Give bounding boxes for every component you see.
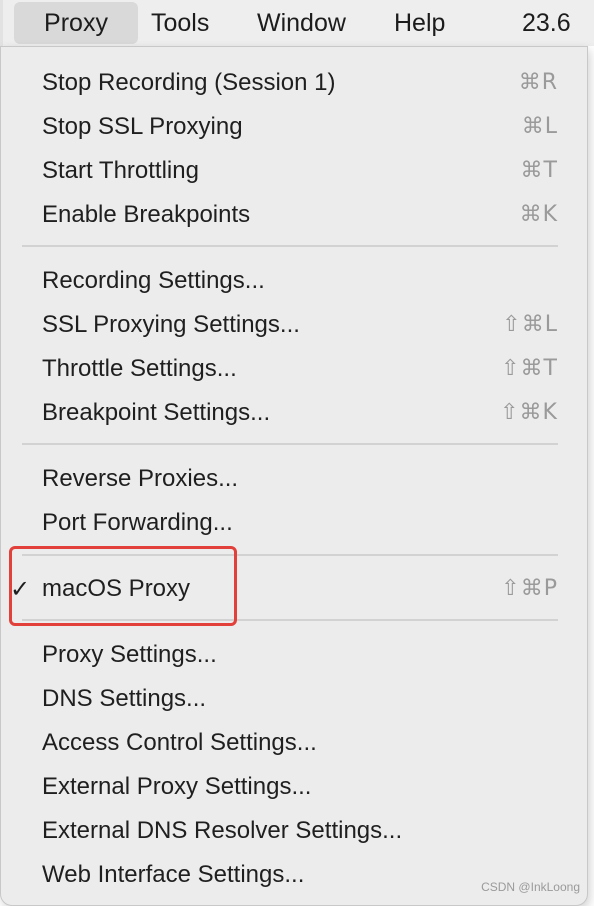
menu-item-label: Breakpoint Settings... bbox=[42, 399, 271, 426]
menu-item-throttle-settings[interactable]: Throttle Settings... ⇧⌘T bbox=[0, 347, 586, 391]
menu-item-external-dns-resolver-settings[interactable]: External DNS Resolver Settings... bbox=[0, 809, 586, 853]
menu-item-label: Stop SSL Proxying bbox=[42, 113, 243, 140]
menu-item-label: Reverse Proxies... bbox=[42, 465, 239, 492]
menu-item-shortcut: ⌘R bbox=[518, 70, 558, 95]
menu-item-proxy-settings[interactable]: Proxy Settings... bbox=[0, 633, 586, 677]
menubar-status-text: 23.6万 bbox=[522, 9, 571, 83]
menu-item-shortcut: ⌘K bbox=[519, 202, 558, 227]
menu-item-ssl-proxying-settings[interactable]: SSL Proxying Settings... ⇧⌘L bbox=[0, 303, 586, 347]
menubar-item-help[interactable]: Help bbox=[394, 0, 445, 46]
menu-item-shortcut: ⇧⌘K bbox=[500, 400, 558, 425]
menu-item-recording-settings[interactable]: Recording Settings... bbox=[0, 259, 586, 303]
menu-item-shortcut: ⇧⌘T bbox=[501, 356, 558, 381]
menu-item-label: Access Control Settings... bbox=[42, 729, 317, 756]
menu-item-enable-breakpoints[interactable]: Enable Breakpoints ⌘K bbox=[0, 193, 586, 237]
menu-item-label: Web Interface Settings... bbox=[42, 861, 305, 888]
menu-item-label: Throttle Settings... bbox=[42, 355, 237, 382]
menu-item-label: External Proxy Settings... bbox=[42, 773, 312, 800]
menu-item-label: Enable Breakpoints bbox=[42, 201, 251, 228]
menu-item-shortcut: ⌘L bbox=[521, 114, 558, 139]
menu-item-label: Stop Recording (Session 1) bbox=[42, 69, 336, 96]
menu-item-shortcut: ⇧⌘L bbox=[502, 312, 558, 337]
menu-item-reverse-proxies[interactable]: Reverse Proxies... bbox=[0, 457, 586, 501]
menu-item-dns-settings[interactable]: DNS Settings... bbox=[0, 677, 586, 721]
menu-bar: Proxy Tools Window Help 23.6万 bbox=[0, 0, 594, 83]
menubar-item-window[interactable]: Window bbox=[257, 0, 346, 46]
watermark: CSDN @InkLoong bbox=[481, 880, 580, 894]
menu-item-label: DNS Settings... bbox=[42, 685, 207, 712]
menu-item-label: Port Forwarding... bbox=[42, 509, 233, 536]
menu-item-access-control-settings[interactable]: Access Control Settings... bbox=[0, 721, 586, 765]
menu-item-start-throttling[interactable]: Start Throttling ⌘T bbox=[0, 149, 586, 193]
menu-item-shortcut: ⇧⌘P bbox=[501, 576, 558, 601]
menu-item-label: Recording Settings... bbox=[42, 267, 265, 294]
menu-item-port-forwarding[interactable]: Port Forwarding... bbox=[0, 501, 586, 545]
menu-divider bbox=[22, 245, 558, 247]
menu-item-breakpoint-settings[interactable]: Breakpoint Settings... ⇧⌘K bbox=[0, 391, 586, 435]
menu-item-label: SSL Proxying Settings... bbox=[42, 311, 300, 338]
menubar-left-edge bbox=[0, 0, 3, 46]
menu-item-shortcut: ⌘T bbox=[520, 158, 558, 183]
menu-item-stop-recording[interactable]: Stop Recording (Session 1) ⌘R bbox=[0, 61, 586, 105]
menu-item-label: Start Throttling bbox=[42, 157, 199, 184]
menu-divider bbox=[22, 443, 558, 445]
menu-item-stop-ssl-proxying[interactable]: Stop SSL Proxying ⌘L bbox=[0, 105, 586, 149]
menu-item-label: External DNS Resolver Settings... bbox=[42, 817, 403, 844]
menubar-item-tools[interactable]: Tools bbox=[151, 0, 209, 46]
annotation-highlight-box bbox=[9, 546, 237, 626]
menu-item-label: Proxy Settings... bbox=[42, 641, 217, 668]
menu-item-external-proxy-settings[interactable]: External Proxy Settings... bbox=[0, 765, 586, 809]
menubar-item-proxy[interactable]: Proxy bbox=[14, 2, 138, 44]
